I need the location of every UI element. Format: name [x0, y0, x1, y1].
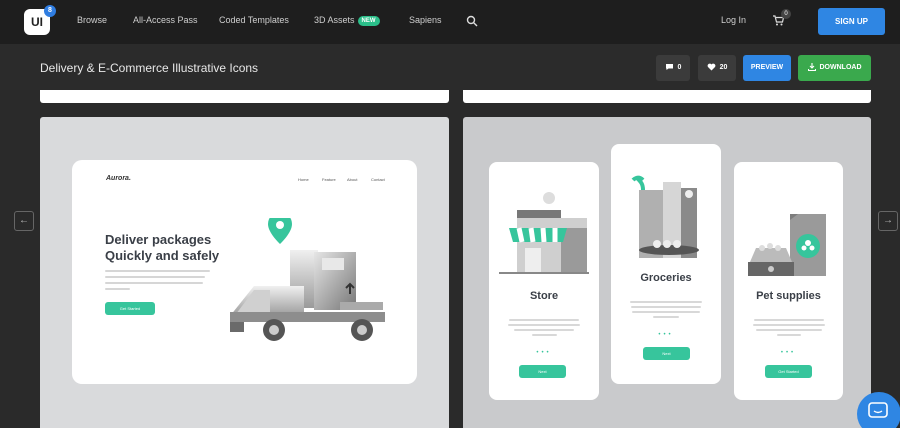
phone-pet-supplies-get-started: Get Started — [765, 365, 812, 378]
nav-coded-templates[interactable]: Coded Templates — [219, 15, 289, 25]
download-icon — [807, 63, 816, 72]
gallery-card-top-left[interactable] — [40, 90, 449, 103]
cart-count: 0 — [781, 9, 791, 19]
nav-sapiens[interactable]: Sapiens — [409, 15, 442, 25]
new-badge: NEW — [357, 16, 380, 26]
mock-menu-about: About — [347, 177, 358, 182]
pager-dots: ••• — [536, 350, 552, 356]
mock-menu-feature: Feature — [322, 177, 336, 182]
pet-supplies-illustration — [748, 214, 826, 276]
nav-3d-assets-label: 3D Assets — [314, 15, 355, 25]
phone-store-text — [508, 319, 580, 339]
top-navbar: UI 8 Browse All-Access Pass Coded Templa… — [0, 0, 900, 44]
prev-arrow-button[interactable]: ← — [14, 211, 34, 231]
phone-groceries-text — [630, 301, 702, 321]
preview-button[interactable]: PREVIEW — [743, 55, 791, 81]
mock-menu-contact: Contact — [371, 177, 385, 182]
next-arrow-button[interactable]: → — [878, 211, 898, 231]
pager-dots: ••• — [658, 332, 674, 338]
groceries-illustration — [631, 175, 699, 258]
product-header: Delivery & E-Commerce Illustrative Icons… — [0, 44, 900, 90]
mock-text-lines — [105, 270, 210, 294]
phone-store-title: Store — [529, 290, 559, 302]
chat-widget-button[interactable] — [857, 392, 900, 428]
landing-mockup: Aurora. Home Feature About Contact Deliv… — [72, 160, 417, 384]
mock-menu-home: Home — [298, 177, 309, 182]
chat-icon — [868, 402, 888, 418]
login-link[interactable]: Log In — [721, 15, 746, 25]
like-button[interactable]: 20 — [698, 55, 736, 81]
page-title: Delivery & E-Commerce Illustrative Icons — [40, 61, 259, 75]
store-illustration — [499, 192, 589, 274]
logo-text: UI — [31, 15, 43, 29]
comments-button[interactable]: 0 — [656, 55, 690, 81]
download-label: DOWNLOAD — [819, 64, 862, 71]
comment-icon — [665, 64, 673, 70]
phone-groceries-next: Next — [643, 347, 690, 360]
nav-3d-assets[interactable]: 3D Assets NEW — [314, 15, 380, 26]
comments-count: 0 — [677, 64, 682, 71]
phone-groceries-title: Groceries — [640, 272, 692, 284]
download-button[interactable]: DOWNLOAD — [798, 55, 871, 81]
gallery-card-top-right[interactable] — [463, 90, 871, 103]
likes-count: 20 — [719, 64, 728, 71]
phone-groceries: Groceries ••• Next — [611, 144, 721, 384]
phone-pet-supplies-text — [753, 319, 825, 339]
pager-dots: ••• — [780, 350, 797, 356]
phone-pet-supplies: Pet supplies ••• Get Started — [734, 162, 843, 400]
heart-icon — [707, 63, 715, 71]
phone-store-next: Next — [519, 365, 566, 378]
site-logo[interactable]: UI 8 — [24, 5, 56, 35]
phone-store: Store ••• Next — [489, 162, 599, 400]
logo-badge: 8 — [44, 5, 56, 17]
mock-brand: Aurora. — [106, 175, 131, 182]
delivery-truck-illustration — [230, 218, 385, 341]
signup-button[interactable]: SIGN UP — [818, 8, 885, 35]
search-icon[interactable] — [466, 14, 478, 32]
cart-icon[interactable]: 0 — [772, 9, 791, 31]
phone-pet-supplies-title: Pet supplies — [756, 290, 821, 302]
nav-browse[interactable]: Browse — [77, 15, 107, 25]
nav-all-access-pass[interactable]: All-Access Pass — [133, 15, 198, 25]
mock-cta-button: Get Started — [105, 302, 155, 315]
